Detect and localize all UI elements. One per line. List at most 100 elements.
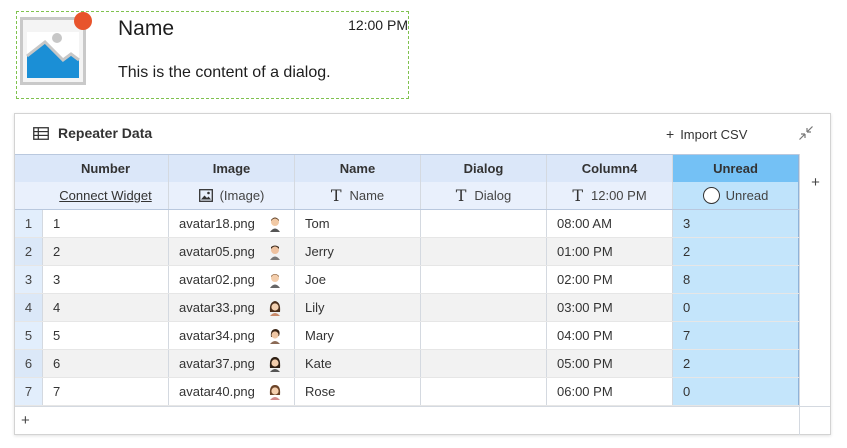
binding-column4-label: 12:00 PM <box>591 188 647 203</box>
cell-image[interactable]: avatar05.png <box>169 238 295 265</box>
cell-image-filename: avatar05.png <box>179 244 255 259</box>
cell-dialog[interactable] <box>421 210 547 237</box>
cell-dialog[interactable] <box>421 266 547 293</box>
column-header-image[interactable]: Image <box>169 155 295 182</box>
cell-unread[interactable]: 2 <box>673 238 799 265</box>
cell-column4[interactable]: 02:00 PM <box>547 266 673 293</box>
cell-image[interactable]: avatar02.png <box>169 266 295 293</box>
collapse-icon[interactable] <box>798 125 814 146</box>
column-header-column4[interactable]: Column4 <box>547 155 673 182</box>
table-row[interactable]: 3 3 avatar02.png Joe 02:00 PM 8 <box>15 266 799 294</box>
column-header-row: Number Image Name Dialog Column4 Unread <box>15 154 799 182</box>
cell-column4[interactable]: 08:00 AM <box>547 210 673 237</box>
row-index: 5 <box>15 322 43 349</box>
text-type-icon: T <box>330 186 342 205</box>
import-csv-button[interactable]: + Import CSV <box>666 126 747 142</box>
cell-dialog[interactable] <box>421 238 547 265</box>
cell-unread[interactable]: 0 <box>673 294 799 321</box>
avatar-icon <box>270 273 280 288</box>
index-subheader <box>15 182 43 209</box>
repeater-grid: Number Image Name Dialog Column4 Unread … <box>15 154 799 406</box>
table-row[interactable]: 2 2 avatar05.png Jerry 01:00 PM 2 <box>15 238 799 266</box>
column-header-dialog[interactable]: Dialog <box>421 155 547 182</box>
cell-image[interactable]: avatar33.png <box>169 294 295 321</box>
cell-number[interactable]: 3 <box>43 266 169 293</box>
cell-image-filename: avatar34.png <box>179 328 255 343</box>
row-index: 2 <box>15 238 43 265</box>
binding-name-label: Name <box>349 188 385 203</box>
add-column-area: + <box>799 154 830 434</box>
column-binding-row: Connect Widget (Image) T Name T Dialog T… <box>15 182 799 210</box>
cell-column4[interactable]: 04:00 PM <box>547 322 673 349</box>
table-row[interactable]: 6 6 avatar37.png Kate 05:00 PM 2 <box>15 350 799 378</box>
cell-unread[interactable]: 2 <box>673 350 799 377</box>
dialog-name: Name <box>118 17 175 40</box>
cell-column4[interactable]: 03:00 PM <box>547 294 673 321</box>
cell-unread[interactable]: 8 <box>673 266 799 293</box>
repeater-data-panel: Repeater Data + Import CSV Number Image … <box>14 113 831 435</box>
cell-unread[interactable]: 7 <box>673 322 799 349</box>
table-row[interactable]: 1 1 avatar18.png Tom 08:00 AM 3 <box>15 210 799 238</box>
cell-number[interactable]: 6 <box>43 350 169 377</box>
radio-icon <box>702 187 720 204</box>
column-header-name[interactable]: Name <box>295 155 421 182</box>
cell-image-filename: avatar33.png <box>179 300 255 315</box>
cell-dialog[interactable] <box>421 350 547 377</box>
binding-number[interactable]: Connect Widget <box>43 182 169 209</box>
cell-name[interactable]: Tom <box>295 210 421 237</box>
cell-image-filename: avatar18.png <box>179 216 255 231</box>
cell-name[interactable]: Mary <box>295 322 421 349</box>
row-index: 3 <box>15 266 43 293</box>
cell-name[interactable]: Lily <box>295 294 421 321</box>
cell-image[interactable]: avatar40.png <box>169 378 295 405</box>
binding-column4[interactable]: T 12:00 PM <box>547 182 673 209</box>
dialog-content: This is the content of a dialog. <box>118 64 331 81</box>
footer-divider <box>799 407 800 435</box>
cell-number[interactable]: 2 <box>43 238 169 265</box>
cell-image[interactable]: avatar34.png <box>169 322 295 349</box>
cell-number[interactable]: 7 <box>43 378 169 405</box>
cell-unread[interactable]: 3 <box>673 210 799 237</box>
binding-dialog-label: Dialog <box>474 188 512 203</box>
table-row[interactable]: 7 7 avatar40.png Rose 06:00 PM 0 <box>15 378 799 406</box>
avatar-icon <box>269 356 281 372</box>
cell-number[interactable]: 5 <box>43 322 169 349</box>
binding-dialog[interactable]: T Dialog <box>421 182 547 209</box>
table-footer: + <box>15 406 830 435</box>
cell-image[interactable]: avatar18.png <box>169 210 295 237</box>
cell-column4[interactable]: 06:00 PM <box>547 378 673 405</box>
cell-image-filename: avatar40.png <box>179 384 255 399</box>
column-header-unread[interactable]: Unread <box>673 155 799 182</box>
cell-image[interactable]: avatar37.png <box>169 350 295 377</box>
binding-image[interactable]: (Image) <box>169 182 295 209</box>
row-index: 1 <box>15 210 43 237</box>
import-csv-label: Import CSV <box>680 126 748 142</box>
table-icon <box>33 126 49 140</box>
dialog-widget[interactable]: Name 12:00 PM This is the content of a d… <box>16 11 409 99</box>
binding-unread[interactable]: Unread <box>673 182 799 209</box>
table-row[interactable]: 4 4 avatar33.png Lily 03:00 PM 0 <box>15 294 799 322</box>
connect-widget-link[interactable]: Connect Widget <box>59 188 152 203</box>
row-index: 6 <box>15 350 43 377</box>
add-column-button[interactable]: + <box>800 174 831 191</box>
cell-column4[interactable]: 05:00 PM <box>547 350 673 377</box>
table-row[interactable]: 5 5 avatar34.png Mary 04:00 PM 7 <box>15 322 799 350</box>
plus-icon: + <box>666 126 675 142</box>
cell-name[interactable]: Jerry <box>295 238 421 265</box>
cell-dialog[interactable] <box>421 294 547 321</box>
cell-number[interactable]: 1 <box>43 210 169 237</box>
dialog-time: 12:00 PM <box>348 17 408 33</box>
cell-number[interactable]: 4 <box>43 294 169 321</box>
cell-unread[interactable]: 0 <box>673 378 799 405</box>
add-row-button[interactable]: + <box>21 412 30 429</box>
cell-column4[interactable]: 01:00 PM <box>547 238 673 265</box>
cell-dialog[interactable] <box>421 378 547 405</box>
binding-name[interactable]: T Name <box>295 182 421 209</box>
cell-name[interactable]: Rose <box>295 378 421 405</box>
cell-dialog[interactable] <box>421 322 547 349</box>
panel-title: Repeater Data <box>33 125 152 141</box>
cell-name[interactable]: Joe <box>295 266 421 293</box>
avatar-icon <box>270 245 280 260</box>
column-header-number[interactable]: Number <box>43 155 169 182</box>
cell-name[interactable]: Kate <box>295 350 421 377</box>
